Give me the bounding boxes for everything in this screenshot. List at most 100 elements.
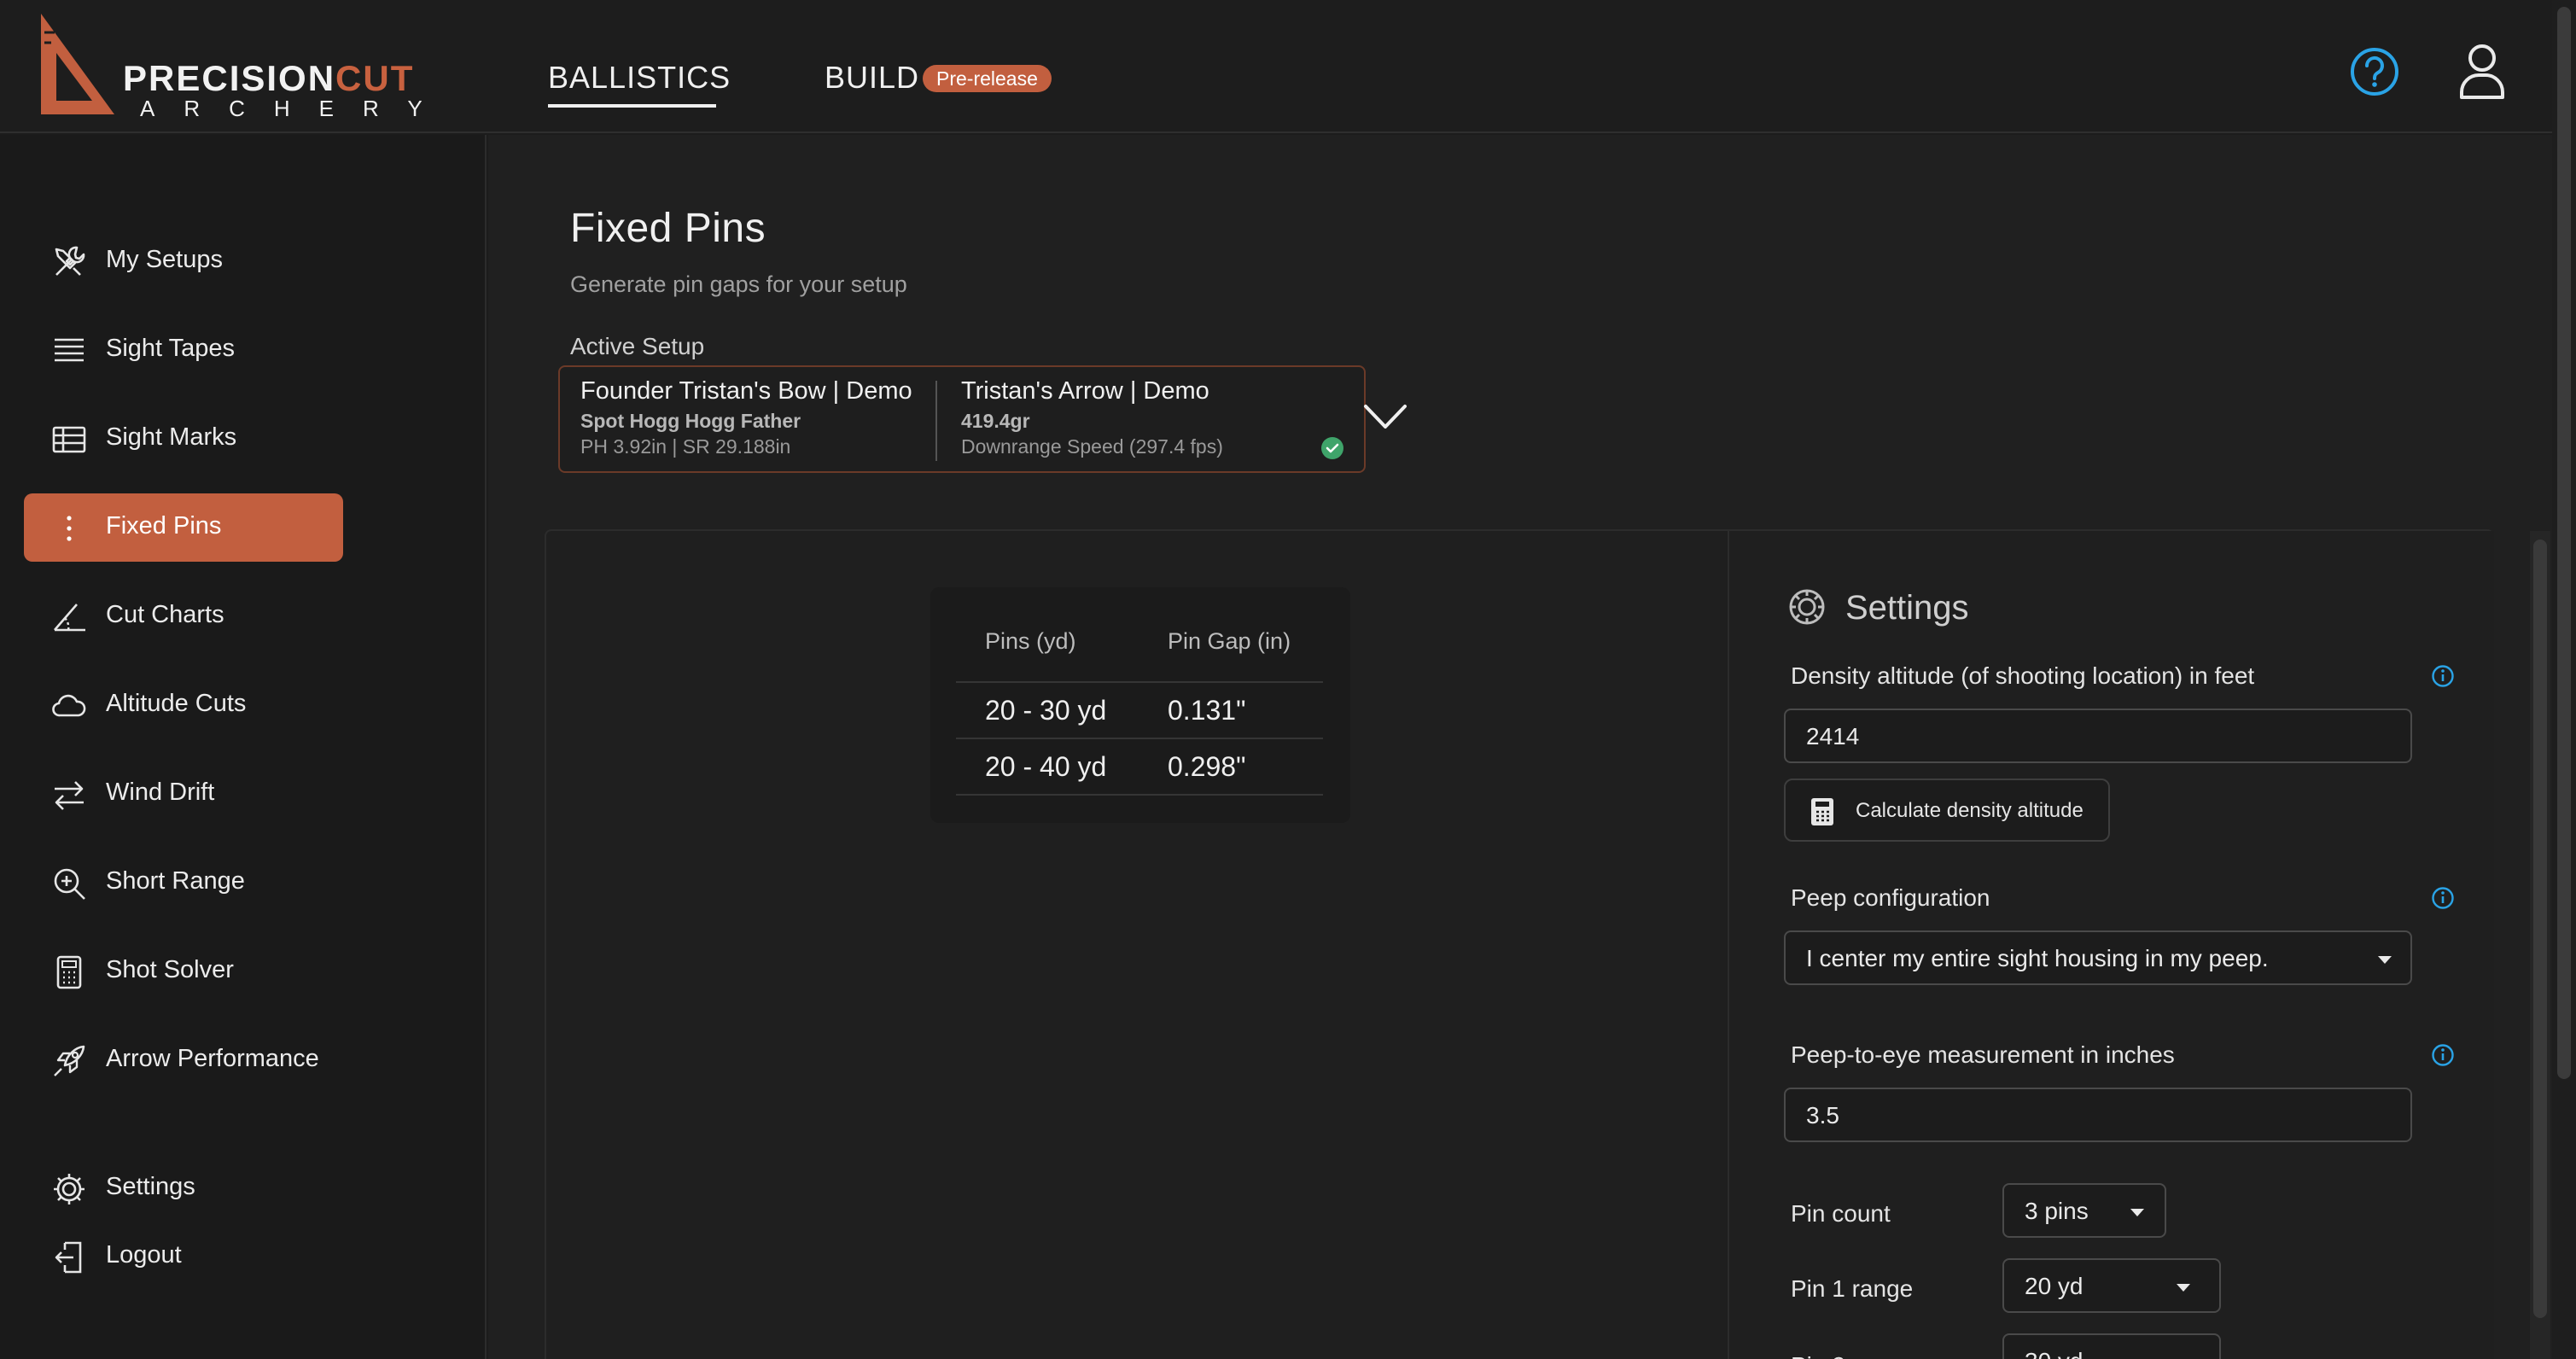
sidebar-item-label: Sight Marks	[106, 423, 237, 451]
peep-configuration-label: Peep configuration	[1791, 884, 1990, 911]
sidebar-item-fixed-pins[interactable]: Fixed Pins	[24, 493, 343, 562]
sidebar-item-cut-charts[interactable]: Cut Charts	[24, 582, 343, 650]
density-altitude-label: Density altitude (of shooting location) …	[1791, 662, 2255, 689]
rocket-icon	[54, 1045, 85, 1076]
arrow-name: Tristan's Arrow | Demo	[961, 377, 1209, 405]
tab-build[interactable]: BUILD	[825, 60, 919, 96]
arrows-swap-icon	[55, 781, 84, 810]
table-icon	[52, 426, 86, 453]
table-divider	[956, 738, 1323, 739]
pin-2-range-label: Pin 2 range	[1791, 1352, 1913, 1359]
pin-2-range-select[interactable]: 30 yd	[2002, 1333, 2221, 1359]
arrow-speed: Downrange Speed (297.4 fps)	[961, 435, 1223, 458]
lines-icon	[55, 338, 84, 362]
table-divider	[956, 681, 1323, 683]
peep-to-eye-label: Peep-to-eye measurement in inches	[1791, 1041, 2175, 1068]
pin-gap-table: Pins (yd) Pin Gap (in) 20 - 30 yd 0.131"…	[930, 587, 1350, 823]
sidebar-item-logout[interactable]: Logout	[24, 1222, 343, 1291]
help-circle-icon[interactable]	[2349, 46, 2400, 97]
pin-2-range-value: 30 yd	[2025, 1348, 2084, 1359]
angle-icon	[54, 604, 85, 632]
active-setup-selector[interactable]: Founder Tristan's Bow | Demo Spot Hogg H…	[558, 365, 1407, 473]
chevron-down-icon[interactable]	[1362, 401, 1408, 432]
sidebar-item-label: Wind Drift	[106, 779, 215, 806]
cloud-icon	[52, 694, 86, 717]
sidebar-item-arrow-performance[interactable]: Arrow Performance	[24, 1026, 343, 1094]
brand-logo[interactable]: PRECISIONCUT ARCHERY	[36, 14, 446, 121]
sidebar-item-label: Shot Solver	[106, 956, 234, 983]
check-circle-icon	[1321, 437, 1343, 459]
calculator-icon	[1811, 798, 1833, 825]
main-content: Fixed Pins Generate pin gaps for your se…	[488, 135, 2552, 1359]
sidebar-item-label: Fixed Pins	[106, 512, 222, 540]
table-cell-pins: 20 - 40 yd	[985, 751, 1107, 782]
pin-count-label: Pin count	[1791, 1200, 1891, 1227]
page-title: Fixed Pins	[570, 206, 766, 251]
settings-scrollbar-thumb[interactable]	[2533, 540, 2547, 1318]
sidebar-item-label: Logout	[106, 1241, 182, 1269]
sidebar-item-short-range[interactable]: Short Range	[24, 849, 343, 917]
info-icon[interactable]	[2431, 1043, 2455, 1067]
pin-1-range-label: Pin 1 range	[1791, 1275, 1914, 1302]
info-icon[interactable]	[2431, 886, 2455, 910]
caret-down-icon	[2378, 956, 2392, 964]
info-icon[interactable]	[2431, 664, 2455, 688]
dots-vertical-icon	[67, 516, 72, 541]
arrow-weight: 419.4gr	[961, 410, 1030, 432]
tools-icon	[55, 246, 85, 276]
density-altitude-value: 2414	[1806, 723, 1860, 749]
sidebar-item-sight-tapes[interactable]: Sight Tapes	[24, 316, 343, 384]
sidebar-item-settings[interactable]: Settings	[24, 1154, 343, 1222]
zoom-in-icon	[54, 868, 85, 900]
table-cell-pins: 20 - 30 yd	[985, 695, 1107, 726]
gear-icon	[54, 1174, 85, 1204]
logo-mark-icon	[41, 14, 114, 114]
peep-configuration-value: I center my entire sight housing in my p…	[1806, 945, 2269, 971]
active-tab-indicator	[548, 104, 716, 108]
logout-icon	[55, 1241, 82, 1274]
pin-count-value: 3 pins	[2025, 1198, 2089, 1224]
tab-ballistics[interactable]: BALLISTICS	[548, 60, 731, 96]
sidebar-item-wind-drift[interactable]: Wind Drift	[24, 760, 343, 828]
top-navigation-bar: PRECISIONCUT ARCHERY BALLISTICS BUILD Pr…	[0, 0, 2552, 133]
sidebar-item-sight-marks[interactable]: Sight Marks	[24, 405, 343, 473]
table-cell-gap: 0.298"	[1168, 751, 1246, 782]
table-divider	[956, 794, 1323, 796]
bow-specs: PH 3.92in | SR 29.188in	[580, 435, 791, 458]
peep-to-eye-input[interactable]: 3.5	[1784, 1088, 2412, 1142]
calculate-button-label: Calculate density altitude	[1856, 799, 2084, 822]
sidebar-item-label: Short Range	[106, 867, 245, 895]
column-header-pins: Pins (yd)	[985, 628, 1076, 654]
bow-sight: Spot Hogg Hogg Father	[580, 410, 801, 432]
sidebar-item-shot-solver[interactable]: Shot Solver	[24, 937, 343, 1006]
sidebar-item-altitude-cuts[interactable]: Altitude Cuts	[24, 671, 343, 739]
pin-count-select[interactable]: 3 pins	[2002, 1183, 2166, 1238]
caret-down-icon	[2130, 1209, 2144, 1216]
pin-1-range-value: 20 yd	[2025, 1273, 2084, 1299]
sidebar-item-label: Arrow Performance	[106, 1045, 319, 1072]
sidebar-item-label: Cut Charts	[106, 601, 224, 628]
sidebar-item-label: My Setups	[106, 246, 223, 273]
pin-1-range-select[interactable]: 20 yd	[2002, 1258, 2221, 1313]
calculator-icon	[56, 955, 82, 989]
active-setup-label: Active Setup	[570, 333, 705, 359]
sidebar-item-my-setups[interactable]: My Setups	[24, 227, 343, 295]
brand-subtitle: ARCHERY	[140, 96, 452, 121]
page-scrollbar-thumb[interactable]	[2557, 7, 2571, 1079]
brand-name: PRECISIONCUT	[123, 58, 415, 98]
sidebar-item-label: Sight Tapes	[106, 335, 236, 362]
gear-icon	[1787, 587, 1827, 627]
sidebar: My Setups Sight Tapes Sight Marks Fixed …	[0, 135, 487, 1359]
caret-down-icon	[2177, 1284, 2190, 1292]
fixed-pins-panel: Pins (yd) Pin Gap (in) 20 - 30 yd 0.131"…	[545, 529, 2550, 1359]
calculate-density-altitude-button[interactable]: Calculate density altitude	[1784, 779, 2110, 842]
peep-to-eye-value: 3.5	[1806, 1102, 1839, 1129]
density-altitude-input[interactable]: 2414	[1784, 709, 2412, 763]
settings-panel: Settings Density altitude (of shooting l…	[1728, 531, 2494, 1359]
column-header-pin-gap: Pin Gap (in)	[1168, 628, 1291, 654]
table-cell-gap: 0.131"	[1168, 695, 1246, 726]
peep-configuration-select[interactable]: I center my entire sight housing in my p…	[1784, 930, 2412, 985]
settings-title: Settings	[1845, 589, 1969, 627]
bow-name: Founder Tristan's Bow | Demo	[580, 377, 912, 405]
user-icon[interactable]	[2458, 43, 2506, 99]
